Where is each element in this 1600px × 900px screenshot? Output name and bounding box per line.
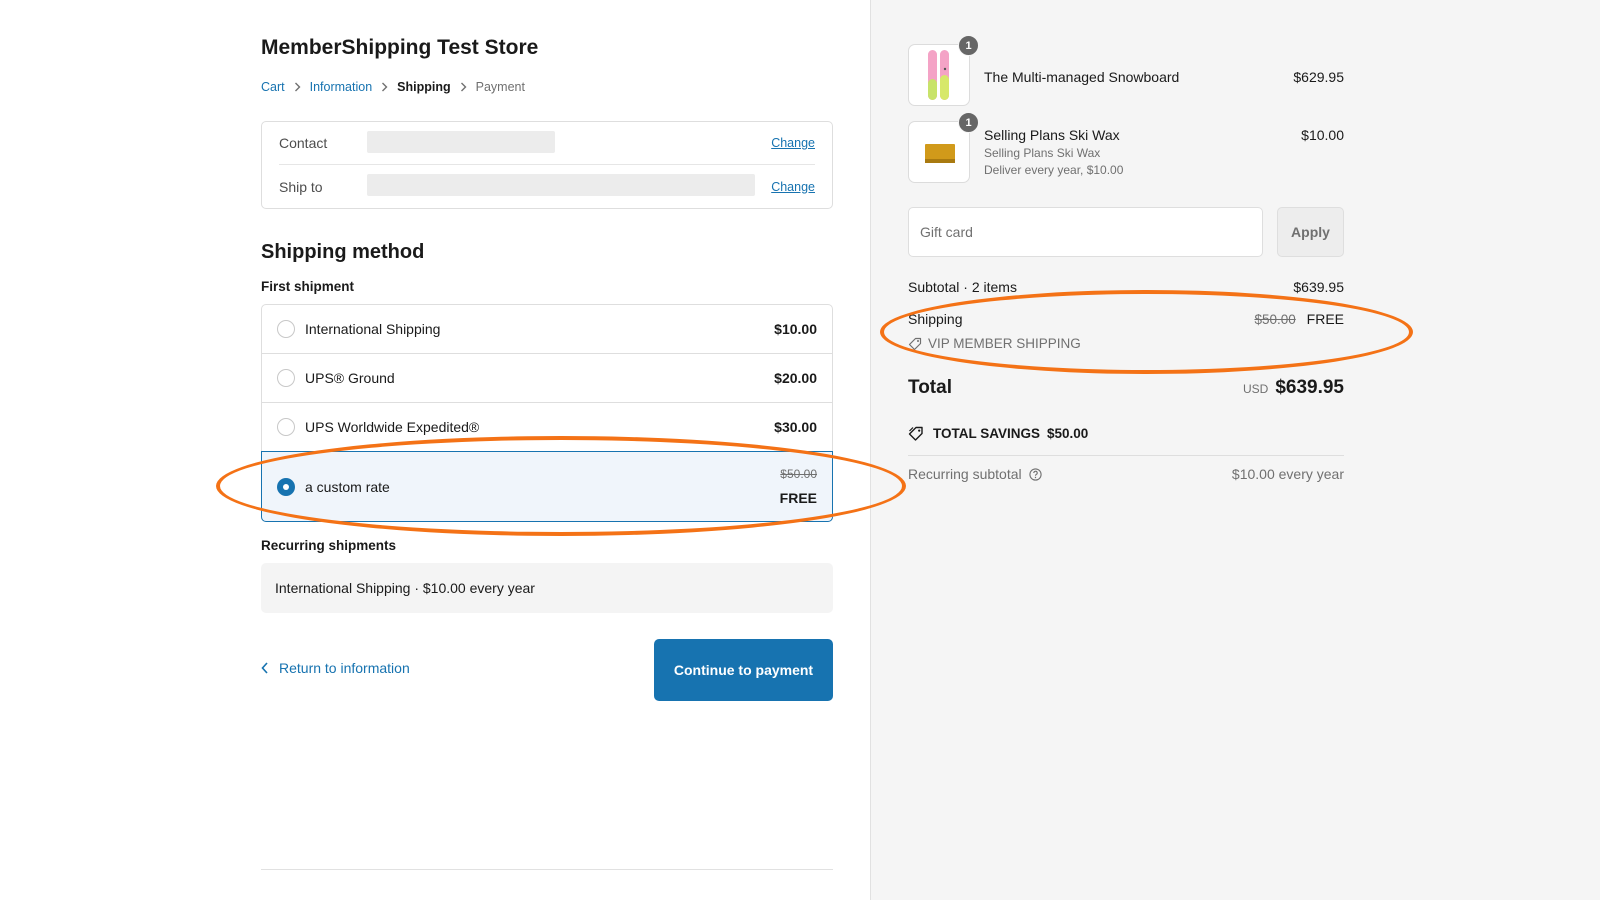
total-label: Total	[908, 377, 952, 398]
item-name: Selling Plans Ski Wax	[984, 127, 1120, 143]
recurring-subtotal-row: Recurring subtotal $10.00 every year	[908, 466, 1344, 482]
quantity-badge: 1	[958, 112, 979, 133]
item-plan: Deliver every year, $10.00	[984, 163, 1124, 177]
store-name: MemberShipping Test Store	[261, 36, 539, 59]
line-item: 1 Selling Plans Ski Wax Selling Plans Sk…	[908, 112, 1344, 183]
subtotal-label: Subtotal · 2 items	[908, 279, 1017, 295]
shipping-option-ups-ground[interactable]: UPS® Ground $20.00	[262, 354, 832, 403]
radio-button-selected[interactable]	[277, 477, 295, 496]
method-price-stack: $50.00 FREE	[780, 467, 817, 506]
continue-to-payment-button[interactable]: Continue to payment	[654, 639, 833, 701]
subtotal-value: $639.95	[1293, 279, 1344, 295]
item-price: $629.95	[1293, 69, 1344, 85]
discount-tag: VIP MEMBER SHIPPING	[908, 336, 1081, 351]
apply-button[interactable]: Apply	[1277, 207, 1344, 257]
shipping-option-custom-rate[interactable]: a custom rate $50.00 FREE	[261, 451, 833, 522]
breadcrumb-payment: Payment	[475, 80, 525, 94]
recurring-shipments-label: Recurring shipments	[261, 538, 397, 553]
shipping-amounts: $50.00 FREE	[1254, 311, 1344, 327]
return-label: Return to information	[279, 660, 410, 676]
breadcrumb-shipping: Shipping	[397, 80, 451, 94]
ship-to-redacted	[367, 174, 755, 196]
recurring-subtotal-value: $10.00 every year	[1231, 466, 1344, 482]
method-name: UPS Worldwide Expedited®	[305, 419, 480, 435]
savings-label: TOTAL SAVINGS	[933, 426, 1041, 441]
recurring-subtotal-label-wrap: Recurring subtotal	[908, 466, 1042, 482]
review-ship-row: Ship to Change	[279, 165, 815, 208]
shipping-option-ups-expedited[interactable]: UPS Worldwide Expedited® $30.00	[262, 403, 832, 452]
item-info: The Multi-managed Snowboard	[984, 44, 1293, 106]
change-contact-link[interactable]: Change	[771, 136, 815, 150]
chevron-right-icon	[294, 82, 301, 92]
ship-to-label: Ship to	[279, 178, 323, 195]
savings-tag-icon	[908, 426, 923, 441]
method-price: $10.00	[774, 321, 817, 337]
shipping-option-international[interactable]: International Shipping $10.00	[262, 305, 832, 354]
tag-icon	[908, 337, 922, 350]
shipping-row: Shipping $50.00 FREE	[908, 311, 1344, 327]
review-contact-row: Contact Change	[279, 122, 815, 165]
ski-wax-image: 1	[908, 112, 979, 183]
line-item: 1 The Multi-managed Snowboard $629.95	[908, 35, 1344, 106]
review-block: Contact Change Ship to Change	[261, 121, 833, 209]
first-shipment-label: First shipment	[261, 279, 355, 294]
footer-divider	[261, 869, 833, 870]
shipping-method-title: Shipping method	[261, 241, 425, 263]
help-icon[interactable]	[1028, 467, 1042, 481]
return-to-information-link[interactable]: Return to information	[261, 660, 410, 676]
item-info: Selling Plans Ski Wax Selling Plans Ski …	[984, 121, 1301, 183]
recurring-subtotal-label: Recurring subtotal	[908, 466, 1022, 482]
gift-card-input[interactable]	[908, 207, 1263, 257]
breadcrumb: Cart Information Shipping Payment	[261, 80, 525, 94]
ship-to-value	[367, 174, 771, 199]
radio-button[interactable]	[277, 369, 295, 387]
total-amounts: USD $639.95	[1243, 377, 1344, 399]
chevron-right-icon	[460, 82, 467, 92]
shipping-original-price: $50.00	[1254, 312, 1296, 327]
method-price: $20.00	[774, 370, 817, 386]
method-name: a custom rate	[305, 478, 390, 495]
item-price: $10.00	[1301, 127, 1344, 143]
total-row: Total USD $639.95	[908, 377, 1344, 399]
recurring-shipment-info: International Shipping · $10.00 every ye…	[261, 563, 833, 613]
shipping-value: FREE	[1306, 311, 1344, 327]
method-name: UPS® Ground	[305, 370, 395, 386]
total-currency: USD	[1242, 382, 1269, 396]
summary-divider	[908, 455, 1344, 456]
original-price: $50.00	[780, 467, 817, 481]
quantity-badge: 1	[958, 35, 979, 56]
method-name: International Shipping	[305, 321, 441, 337]
contact-redacted	[367, 130, 555, 153]
chevron-left-icon	[261, 662, 269, 674]
ski-wax-icon	[925, 144, 955, 163]
change-ship-link[interactable]: Change	[771, 180, 815, 194]
radio-button[interactable]	[277, 320, 295, 338]
discount-name: VIP MEMBER SHIPPING	[928, 336, 1081, 351]
method-price: FREE	[779, 490, 817, 506]
total-value: $639.95	[1275, 377, 1344, 398]
shipping-label: Shipping	[908, 311, 963, 327]
shipping-methods-list: International Shipping $10.00 UPS® Groun…	[261, 304, 833, 522]
radio-button[interactable]	[277, 418, 295, 436]
chevron-right-icon	[381, 82, 388, 92]
breadcrumb-information[interactable]: Information	[310, 80, 373, 94]
item-variant: Selling Plans Ski Wax	[984, 146, 1101, 160]
subtotal-row: Subtotal · 2 items $639.95	[908, 279, 1344, 295]
savings-value: $50.00	[1047, 426, 1089, 441]
contact-value	[367, 130, 771, 156]
snowboard-icon	[928, 50, 949, 100]
breadcrumb-cart[interactable]: Cart	[261, 80, 285, 94]
total-savings: TOTAL SAVINGS $50.00	[908, 426, 1088, 441]
contact-label: Contact	[279, 135, 328, 151]
snowboard-image: 1	[908, 35, 979, 106]
method-price: $30.00	[774, 419, 817, 435]
item-name: The Multi-managed Snowboard	[984, 69, 1180, 85]
checkout-main: MemberShipping Test Store Cart Informati…	[0, 0, 870, 900]
